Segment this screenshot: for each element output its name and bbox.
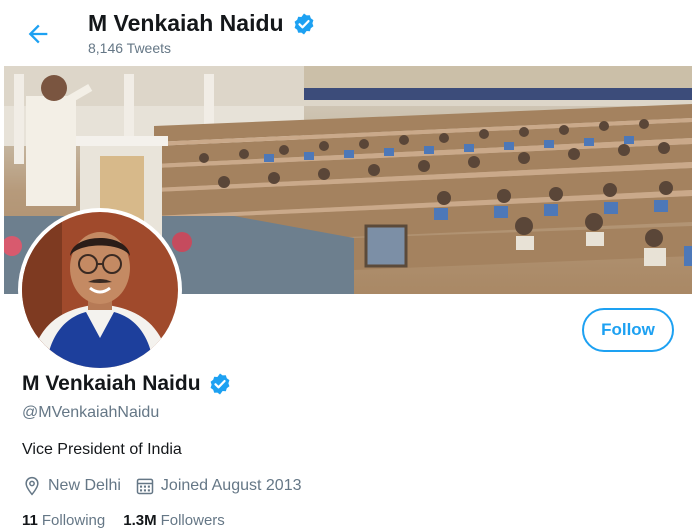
profile-handle: @MVenkaiahNaidu (22, 404, 160, 421)
followers-link[interactable]: 1.3M Followers (123, 512, 225, 529)
verified-badge-icon (208, 372, 232, 396)
header-title: M Venkaiah Naidu (88, 10, 316, 37)
arrow-left-icon[interactable] (24, 20, 52, 48)
location-item: New Delhi (22, 476, 121, 496)
location-text: New Delhi (48, 477, 121, 494)
joined-text: Joined August 2013 (160, 477, 302, 494)
tweet-count: 8,146 Tweets (88, 40, 172, 56)
profile-name-row: M Venkaiah Naidu (22, 372, 232, 396)
profile-name: M Venkaiah Naidu (22, 372, 201, 395)
profile-stats: 11 Following 1.3M Followers (22, 512, 225, 529)
top-bar: M Venkaiah Naidu 8,146 Tweets (0, 0, 696, 66)
following-label: Following (41, 512, 106, 529)
following-count: 11 (22, 512, 38, 529)
followers-count: 1.3M (123, 512, 157, 529)
following-link[interactable]: 11 Following (22, 512, 105, 529)
profile-photo (22, 212, 178, 368)
header-name: M Venkaiah Naidu (88, 10, 284, 36)
followers-label: Followers (160, 512, 225, 529)
joined-item: Joined August 2013 (135, 476, 302, 496)
location-pin-icon (22, 476, 42, 496)
verified-badge-icon (292, 12, 316, 36)
profile-bio: Vice President of India (22, 441, 182, 458)
profile-meta: New Delhi Joined August 2013 (22, 476, 315, 496)
calendar-icon (135, 476, 155, 496)
follow-button[interactable]: Follow (582, 308, 674, 352)
avatar[interactable] (18, 208, 182, 372)
